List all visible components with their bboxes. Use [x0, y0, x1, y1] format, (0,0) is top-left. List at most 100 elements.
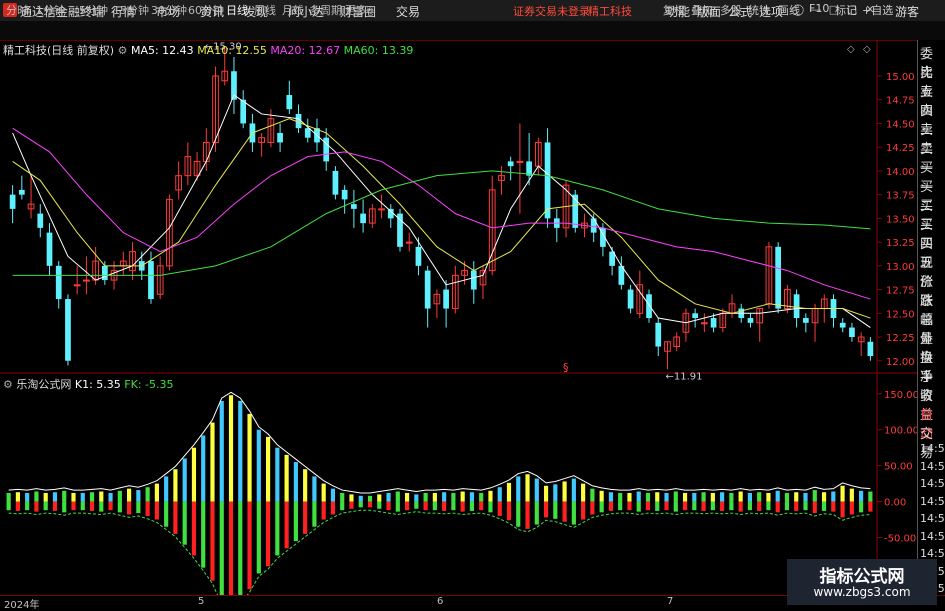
tool-add-watchlist[interactable]: +自选	[862, 2, 893, 18]
guest-user[interactable]: 游客	[895, 3, 919, 20]
candle-body	[544, 142, 551, 219]
chart-area[interactable]: 15.00 14.75 14.50 14.25 14.00 13.75 13.50 13.25…	[0, 40, 917, 595]
period-60min[interactable]: 60分钟	[188, 2, 224, 18]
indicator-bar-down	[571, 501, 576, 525]
indicator-bar-up	[395, 491, 400, 502]
price-tick-label: 13.50	[886, 214, 915, 225]
indicator-bar-up	[191, 447, 197, 502]
price-tick-label: 14.25	[886, 143, 915, 154]
indicator-tick-label: 0.00	[884, 498, 906, 509]
indicator-bar-up	[423, 492, 428, 502]
right-panel-item: 14:56	[920, 512, 945, 525]
indicator-bar-up	[720, 492, 725, 502]
indicator-bar-down	[868, 501, 873, 512]
indicator-bar-up	[840, 485, 845, 502]
candle-body	[655, 322, 662, 347]
candle-body	[378, 208, 385, 211]
period-monthly[interactable]: 月线	[282, 2, 304, 18]
menu-trade[interactable]: 交易	[396, 3, 420, 20]
indicator-bar-down	[99, 501, 104, 512]
indicator-bar-up	[404, 492, 410, 502]
indicator-bar-up	[553, 484, 558, 502]
indicator-bar-down	[265, 501, 271, 567]
indicator-bar-down	[794, 501, 799, 511]
low-annotation: ←11.91	[665, 371, 702, 382]
indicator-bar-up	[784, 492, 790, 502]
price-tick-label: 13.25	[886, 238, 915, 249]
indicator-bar-down	[618, 501, 623, 511]
indicator-bar-down	[191, 501, 197, 556]
candle-body	[37, 213, 44, 228]
indicator-bar-up	[710, 492, 715, 502]
indicator-bar-down	[423, 501, 428, 511]
tool-multi-stock[interactable]: 多股	[720, 2, 742, 18]
price-tick-label: 12.00	[886, 357, 915, 368]
login-status[interactable]: 证券交易未登录	[513, 3, 590, 19]
indicator-bar-up	[414, 494, 419, 502]
period-more[interactable]: 更多	[345, 2, 367, 18]
right-panel-item: 14:56	[920, 477, 945, 490]
indicator-bar-down	[812, 501, 817, 514]
indicator-bar-down	[127, 501, 132, 515]
indicator-bar-down	[664, 501, 669, 511]
indicator-bar-down	[432, 501, 437, 511]
indicator-bar-up	[803, 492, 808, 502]
indicator-bar-down	[784, 501, 790, 511]
right-panel-item: 14:56	[920, 494, 945, 508]
candle-body	[277, 132, 283, 143]
period-30min[interactable]: 30分钟	[151, 2, 187, 18]
candle-body	[360, 213, 366, 224]
indicator-bar-up	[219, 400, 224, 502]
indicator-bar-down	[219, 501, 224, 595]
indicator-bar-down	[849, 501, 854, 515]
indicator-bar-down	[201, 501, 206, 568]
tool-f10[interactable]: F10	[809, 2, 829, 15]
indicator-bar-up	[145, 487, 150, 502]
indicator-bar-down	[154, 501, 159, 520]
price-tick-label: 14.00	[886, 167, 915, 178]
tool-stats[interactable]: 统计	[748, 2, 770, 18]
indicator-bar-up	[349, 494, 354, 502]
date-label-jun: 6	[437, 596, 444, 607]
tool-adjust[interactable]: 复权	[663, 2, 685, 18]
period-5min[interactable]: 5分钟	[79, 2, 108, 18]
indicator-bar-down	[330, 501, 336, 515]
indicator-bar-down	[34, 501, 39, 512]
indicator-bar-up	[71, 492, 76, 502]
settings-icon[interactable]: ⚙	[118, 44, 128, 57]
indicator-bar-up	[664, 492, 669, 502]
period-multi[interactable]: 多周期	[309, 2, 342, 18]
indicator-bar-up	[210, 422, 215, 502]
indicator-bar-down	[460, 501, 465, 512]
tool-overlay[interactable]: 叠加	[691, 2, 713, 18]
candle-body	[701, 322, 708, 325]
indicator-bar-down	[377, 501, 382, 509]
period-1min[interactable]: 1分钟	[36, 2, 65, 18]
indicator-bar-down	[655, 501, 660, 511]
tool-mark[interactable]: 标记	[835, 2, 857, 18]
indicator-tick-label: 150.00	[884, 390, 917, 401]
period-timeshare[interactable]: 分时	[6, 2, 28, 18]
indicator-bar-up	[136, 490, 141, 502]
indicator-bar-up	[293, 462, 298, 502]
indicator-bar-down	[256, 501, 261, 574]
indicator-bar-up	[729, 492, 734, 502]
indicator-bar-down	[701, 501, 706, 511]
indicator-bar-up	[173, 469, 178, 502]
period-weekly[interactable]: 周线	[254, 2, 276, 18]
gear-icon[interactable]: ⚙	[3, 378, 13, 391]
stock-tag[interactable]: 精工科技	[588, 3, 632, 19]
tool-draw[interactable]: 画线	[778, 2, 800, 18]
fk-line	[8, 509, 871, 595]
indicator-bar-up	[692, 492, 697, 502]
period-daily[interactable]: 日线	[226, 2, 248, 18]
indicator-bar-up	[182, 458, 187, 502]
candle-body	[9, 194, 16, 209]
indicator-bar-down	[52, 501, 58, 511]
indicator-bar-down	[469, 501, 475, 511]
indicator-bar-up	[25, 492, 30, 502]
indicator-bar-down	[720, 501, 725, 511]
price-tick-label: 12.50	[886, 309, 915, 320]
indicator-bar-up	[562, 481, 567, 502]
period-15min[interactable]: 15分钟	[113, 2, 149, 18]
